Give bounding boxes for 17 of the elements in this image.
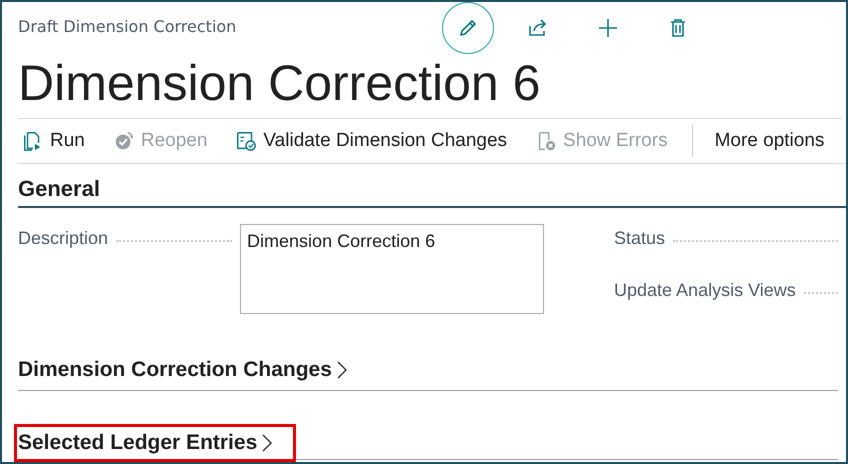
description-field[interactable]: Dimension Correction 6 — [240, 224, 544, 314]
page-title: Dimension Correction 6 — [18, 52, 842, 119]
validate-button[interactable]: Validate Dimension Changes — [231, 126, 516, 156]
chevron-right-icon — [336, 360, 348, 380]
plus-icon — [596, 16, 620, 40]
more-options-button[interactable]: More options — [710, 126, 824, 156]
run-button[interactable]: Run — [18, 126, 93, 156]
page-caption: Draft Dimension Correction — [18, 16, 238, 38]
document-check-icon — [235, 130, 258, 152]
field-label: Status — [614, 227, 666, 249]
section-heading[interactable]: Selected Ledger Entries — [18, 431, 274, 455]
chevron-right-icon — [261, 433, 274, 453]
pencil-button[interactable] — [442, 2, 494, 54]
section-heading[interactable]: General — [18, 164, 846, 208]
section-heading[interactable]: Dimension Correction Changes — [18, 358, 348, 382]
field-label: Update Analysis Views — [614, 279, 796, 301]
field-label: Description — [18, 227, 108, 249]
